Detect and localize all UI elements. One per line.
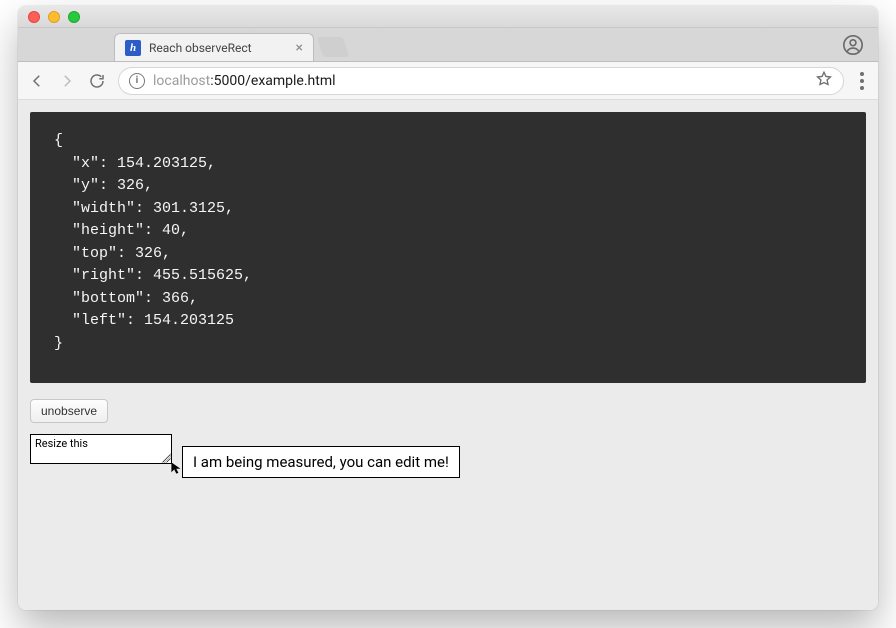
url-path: :5000/example.html (210, 73, 335, 89)
tab-close-button[interactable]: × (296, 41, 303, 55)
browser-menu-button[interactable] (856, 72, 868, 90)
resize-textarea[interactable]: Resize this (30, 434, 172, 464)
new-tab-button[interactable] (317, 37, 349, 57)
window-traffic-lights (28, 11, 80, 23)
window-zoom-button[interactable] (68, 11, 80, 23)
tab-favicon-icon: h (125, 40, 141, 56)
site-info-icon[interactable]: i (129, 73, 145, 89)
page-viewport: { "x": 154.203125, "y": 326, "width": 30… (18, 100, 878, 610)
address-bar[interactable]: i localhost:5000/example.html (118, 67, 844, 95)
browser-toolbar: i localhost:5000/example.html (18, 62, 878, 100)
window-close-button[interactable] (28, 11, 40, 23)
profile-avatar-icon[interactable] (842, 34, 864, 56)
window-minimize-button[interactable] (48, 11, 60, 23)
back-button[interactable] (28, 72, 46, 90)
rect-output-panel: { "x": 154.203125, "y": 326, "width": 30… (30, 112, 866, 383)
url-text: localhost:5000/example.html (153, 73, 336, 89)
url-host: localhost (153, 73, 210, 89)
forward-button[interactable] (58, 72, 76, 90)
tab-title: Reach observeRect (149, 41, 252, 55)
bookmark-star-icon[interactable] (815, 70, 833, 92)
tab-strip: h Reach observeRect × (18, 28, 878, 62)
measured-editable-box[interactable]: I am being measured, you can edit me! (182, 446, 460, 478)
reload-button[interactable] (88, 72, 106, 90)
window-titlebar (18, 6, 878, 28)
unobserve-button[interactable]: unobserve (30, 399, 108, 423)
browser-tab[interactable]: h Reach observeRect × (114, 33, 314, 61)
browser-window: h Reach observeRect × i loc (18, 6, 878, 610)
